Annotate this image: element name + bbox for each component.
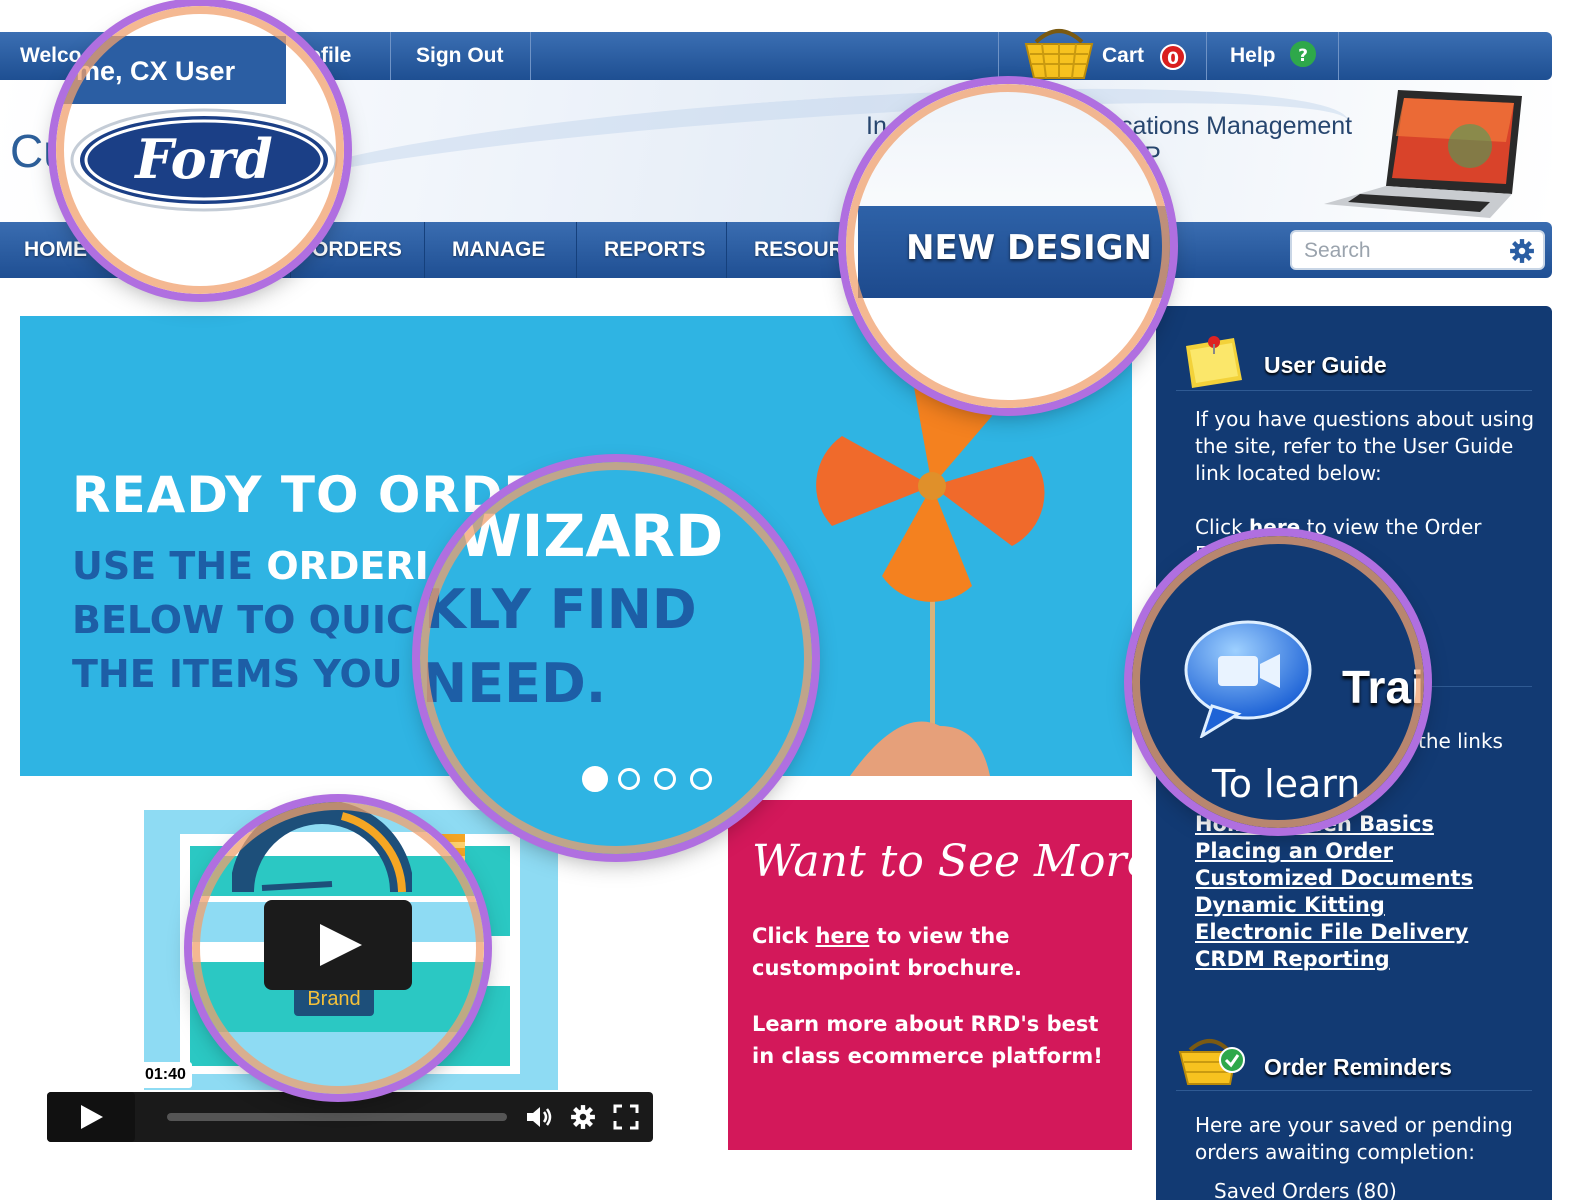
guide-text: Click [1195, 515, 1250, 539]
zoom-carousel-dot-4 [690, 768, 712, 790]
divider [576, 222, 577, 278]
brochure-link[interactable]: here [816, 924, 870, 948]
link-crdm-reporting[interactable]: CRDM Reporting [1195, 946, 1473, 973]
cart-link[interactable]: Cart 0 [1022, 22, 1202, 80]
header-tagline-rest: cations Management [1120, 112, 1353, 140]
help-question-icon: ? [1290, 41, 1316, 67]
nav-manage[interactable]: MANAGE [452, 222, 545, 278]
header-tagline: In [866, 112, 887, 141]
promo-box: Want to See More? Click here to view the… [728, 800, 1176, 1150]
settings-icon[interactable] [570, 1104, 596, 1130]
nav-reports[interactable]: REPORTS [604, 222, 706, 278]
hero-subline-1: USE THE ORDERI [72, 544, 429, 588]
play-icon [320, 924, 362, 966]
user-guide-heading: User Guide [1264, 352, 1387, 378]
promo-title: Want to See More? [752, 836, 1177, 887]
nav-orders[interactable]: ORDERS [312, 222, 402, 278]
video-chat-icon [1184, 620, 1312, 738]
divider [530, 32, 531, 80]
hero-sub-fragment: USE THE [72, 544, 267, 588]
divider [424, 222, 425, 278]
video-controls: 01:40 [47, 1062, 653, 1142]
basket-check-icon [1178, 1039, 1245, 1085]
cart-basket-icon [1024, 29, 1094, 79]
sticky-note-icon [1186, 336, 1242, 388]
divider [1176, 390, 1532, 391]
link-electronic-file-delivery[interactable]: Electronic File Delivery [1195, 919, 1473, 946]
training-text-fragment: the links [1418, 729, 1503, 753]
sign-out-link[interactable]: Sign Out [416, 32, 504, 80]
zoom-training-heading: Trai [1342, 661, 1424, 713]
search-input[interactable] [1304, 238, 1504, 264]
magnifier-ordering-wizard: G WIZARD KLY FIND NEED. [420, 462, 812, 854]
zoom-carousel-dot-2 [618, 768, 640, 790]
divider [390, 32, 391, 80]
big-play-button[interactable] [264, 900, 412, 990]
search-box [1290, 230, 1545, 270]
video-time-tooltip: 01:40 [139, 1062, 192, 1088]
divider [1206, 32, 1207, 80]
zoom-hero-line-1: G WIZARD [420, 502, 724, 570]
new-design-label: NEW DESIGN [906, 228, 1152, 268]
header-swoosh [247, 80, 1353, 222]
saved-orders-link[interactable]: Saved Orders (80) [1214, 1178, 1559, 1200]
orange-pinwheel-image [816, 371, 1045, 776]
gear-icon[interactable] [1509, 238, 1535, 264]
ford-logo-icon: Ford [70, 108, 338, 212]
promo-platform-text[interactable]: Learn more about RRD's best in class eco… [752, 1008, 1122, 1072]
play-icon [81, 1105, 103, 1129]
magnifier-video-play: Brand [192, 802, 484, 1094]
guide-text: to view the Order [1300, 515, 1482, 539]
zoom-learn-text: To learn [1212, 762, 1361, 806]
user-guide-text: If you have questions about using the si… [1195, 407, 1535, 485]
tagline-fragment: In [866, 112, 887, 140]
volume-icon[interactable] [525, 1104, 555, 1130]
zoom-hero-line-2: KLY FIND [424, 578, 697, 641]
hero-sub-highlight: ORDERI [266, 544, 429, 588]
fullscreen-icon[interactable] [613, 1104, 639, 1130]
nav-home[interactable]: HOME [24, 222, 87, 278]
cart-label: Cart [1102, 44, 1145, 67]
help-link[interactable]: Help ? [1230, 32, 1330, 80]
hero-subline-2: BELOW TO QUIC [72, 598, 414, 642]
link-placing-an-order[interactable]: Placing an Order [1195, 838, 1473, 865]
divider [1176, 1090, 1532, 1091]
zoom-gauge-art [232, 802, 412, 893]
order-guide-text: Click here to view the Order [1195, 514, 1540, 541]
promo-brochure-text: Click here to view the custompoint broch… [752, 920, 1122, 984]
link-customized-documents[interactable]: Customized Documents [1195, 865, 1473, 892]
divider [726, 222, 727, 278]
hero-subline-3: THE ITEMS YOU I [72, 652, 431, 696]
magnifier-training: Trai To learn [1132, 536, 1424, 828]
promo-text: Click [752, 924, 816, 948]
zoom-welcome-text: me, CX User [76, 56, 236, 86]
zoom-carousel-dot-3 [654, 768, 676, 790]
play-button[interactable] [47, 1092, 135, 1142]
zoom-carousel-dot-1 [582, 766, 608, 792]
divider [1338, 32, 1339, 80]
help-label: Help [1230, 44, 1276, 67]
laptop-image [1324, 90, 1522, 218]
training-links: Home Screen Basics Placing an Order Cust… [1195, 811, 1473, 973]
zoom-hero-line-3: NEED. [422, 652, 607, 715]
magnifier-ford-logo: me, CX User Ford [56, 6, 344, 294]
order-reminders-text: Here are your saved or pending orders aw… [1195, 1113, 1513, 1164]
order-reminders-heading: Order Reminders [1264, 1054, 1452, 1080]
nav-resources[interactable]: RESOUR [754, 222, 844, 278]
cart-count-badge: 0 [1160, 44, 1186, 70]
magnifier-new-design: NEW DESIGN [846, 84, 1170, 408]
svg-text:Ford: Ford [133, 127, 273, 191]
video-progress-bar[interactable] [167, 1113, 507, 1121]
link-dynamic-kitting[interactable]: Dynamic Kitting [1195, 892, 1473, 919]
divider [998, 32, 999, 80]
